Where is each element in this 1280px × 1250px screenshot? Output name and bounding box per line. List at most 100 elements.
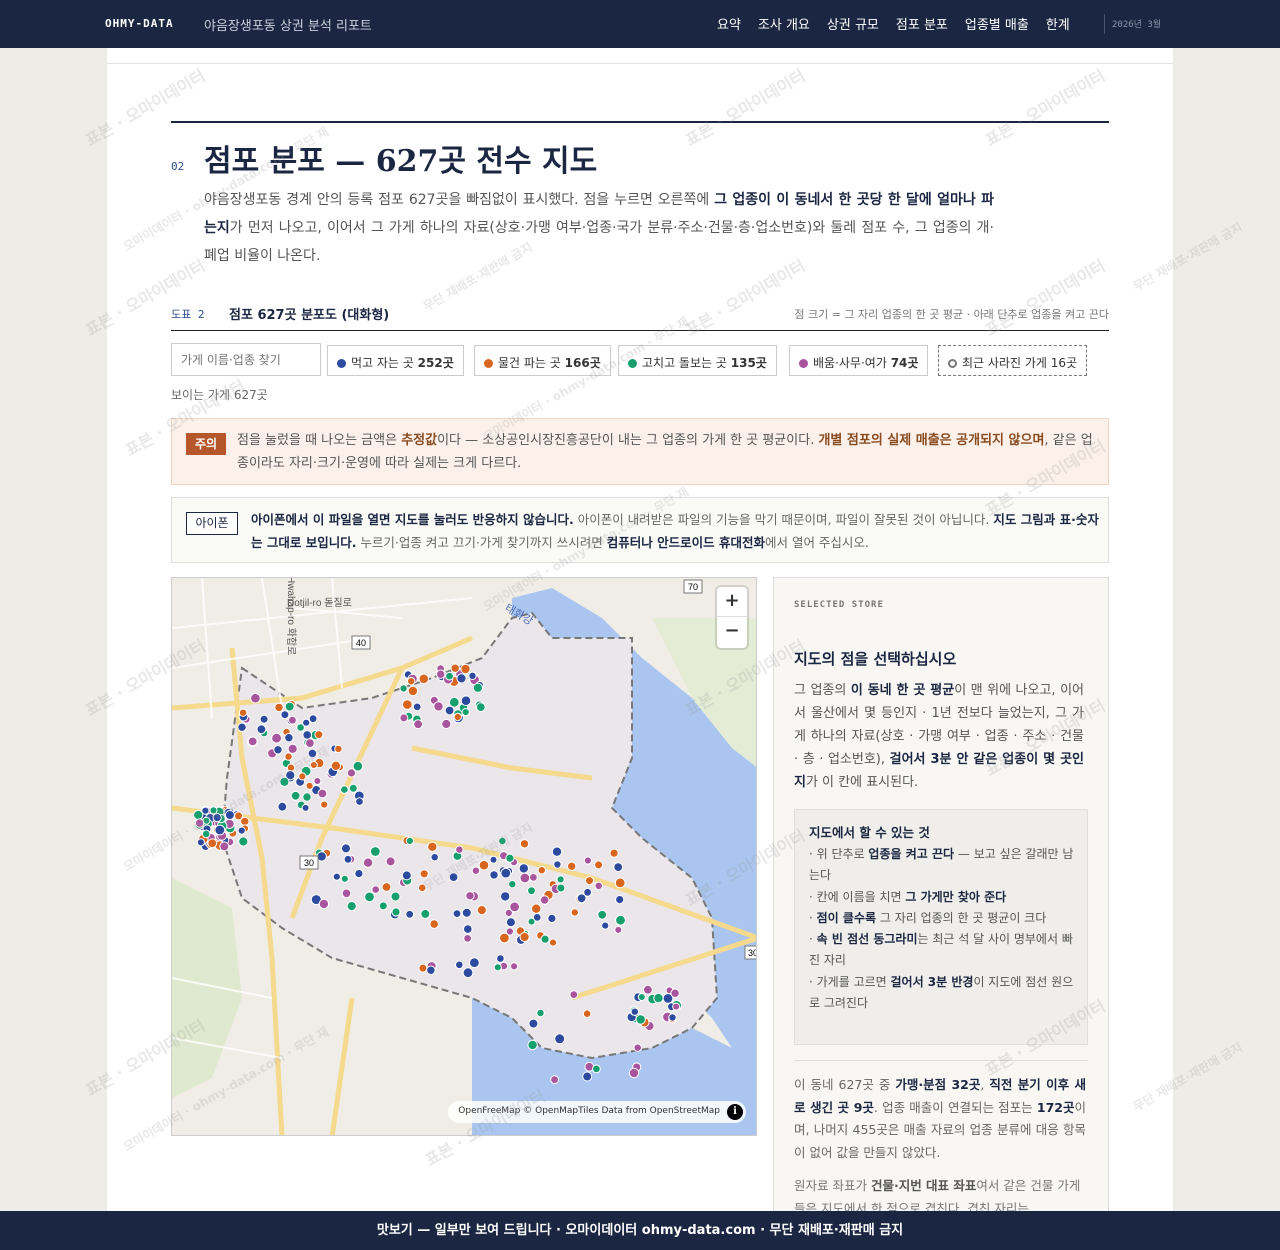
store-marker[interactable] [609, 848, 619, 858]
store-marker[interactable] [340, 874, 349, 883]
store-marker[interactable] [556, 883, 566, 893]
store-marker[interactable] [405, 909, 415, 919]
store-marker[interactable] [615, 914, 626, 926]
store-marker[interactable] [540, 934, 550, 944]
store-marker[interactable] [536, 1008, 545, 1018]
store-marker[interactable] [527, 917, 536, 926]
store-marker[interactable] [420, 908, 431, 919]
store-marker[interactable] [476, 905, 487, 916]
store-marker[interactable] [508, 880, 517, 889]
store-marker[interactable] [280, 710, 290, 720]
store-marker[interactable] [448, 872, 459, 883]
store-map[interactable]: Dotjil-ro 돋질로 Hwahap-ro 화합로 태화강 70 40 30… [171, 577, 757, 1136]
store-marker[interactable] [594, 881, 603, 890]
store-marker[interactable] [224, 810, 235, 820]
store-marker[interactable] [277, 801, 288, 812]
store-marker[interactable] [340, 785, 349, 794]
store-marker[interactable] [670, 988, 680, 998]
store-marker[interactable] [592, 1064, 601, 1074]
store-marker[interactable] [519, 872, 531, 884]
store-marker[interactable] [547, 913, 557, 923]
store-marker[interactable] [468, 671, 477, 681]
filter-chip-retail[interactable]: 물건 파는 곳 166곳 [474, 345, 611, 376]
store-marker[interactable] [238, 708, 248, 717]
store-marker[interactable] [284, 701, 295, 712]
store-marker[interactable] [448, 696, 460, 708]
nav-item-distribution[interactable]: 점포 분포 [896, 14, 948, 33]
store-marker[interactable] [450, 663, 460, 673]
store-marker[interactable] [430, 853, 439, 862]
store-marker[interactable] [219, 841, 230, 852]
store-marker[interactable] [569, 990, 579, 1000]
store-marker[interactable] [583, 856, 592, 865]
store-marker[interactable] [290, 790, 301, 801]
store-marker[interactable] [238, 836, 249, 847]
store-marker[interactable] [471, 866, 481, 875]
store-marker[interactable] [346, 901, 357, 912]
store-marker[interactable] [317, 788, 328, 799]
store-marker[interactable] [585, 876, 594, 886]
store-marker[interactable] [381, 882, 392, 892]
nav-item-summary[interactable]: 요약 [717, 14, 741, 33]
store-marker[interactable] [613, 862, 624, 873]
store-marker[interactable] [455, 960, 464, 970]
store-marker[interactable] [601, 921, 610, 930]
store-marker[interactable] [201, 829, 211, 839]
store-marker[interactable] [527, 886, 536, 896]
store-marker[interactable] [399, 684, 408, 693]
store-marker[interactable] [354, 869, 364, 879]
store-marker[interactable] [518, 863, 529, 874]
map-canvas[interactable]: Dotjil-ro 돋질로 Hwahap-ro 화합로 태화강 70 40 30… [172, 578, 757, 1136]
store-marker[interactable] [426, 965, 436, 975]
store-marker[interactable] [271, 732, 282, 744]
store-marker[interactable] [399, 713, 409, 723]
store-marker[interactable] [274, 702, 284, 713]
store-marker[interactable] [550, 1075, 560, 1085]
store-marker[interactable] [553, 860, 562, 869]
store-marker[interactable] [436, 669, 446, 679]
store-marker[interactable] [305, 738, 315, 749]
store-marker[interactable] [500, 867, 512, 879]
store-marker[interactable] [630, 1007, 639, 1016]
store-marker[interactable] [405, 836, 414, 845]
store-marker[interactable] [412, 702, 422, 712]
store-marker[interactable] [493, 963, 502, 972]
store-marker[interactable] [635, 1014, 646, 1025]
store-marker[interactable] [362, 857, 374, 868]
store-marker[interactable] [332, 872, 341, 881]
store-marker[interactable] [672, 1002, 681, 1011]
store-marker[interactable] [288, 715, 297, 725]
store-marker[interactable] [273, 745, 283, 755]
store-marker[interactable] [445, 671, 454, 681]
store-marker[interactable] [209, 806, 218, 815]
store-marker[interactable] [250, 692, 261, 704]
store-search-input[interactable] [171, 343, 321, 376]
store-marker[interactable] [318, 898, 330, 910]
store-marker[interactable] [418, 673, 430, 685]
store-marker[interactable] [489, 855, 498, 864]
store-marker[interactable] [570, 908, 579, 917]
store-marker[interactable] [352, 760, 364, 772]
store-marker[interactable] [298, 772, 307, 781]
store-marker[interactable] [505, 917, 516, 928]
store-marker[interactable] [528, 1018, 539, 1029]
store-marker[interactable] [496, 954, 505, 963]
store-marker[interactable] [407, 685, 419, 697]
store-marker[interactable] [348, 783, 358, 793]
store-marker[interactable] [500, 891, 511, 902]
store-marker[interactable] [287, 743, 298, 754]
store-marker[interactable] [309, 761, 318, 769]
store-marker[interactable] [427, 841, 438, 852]
store-marker[interactable] [413, 719, 424, 730]
store-marker[interactable] [537, 866, 546, 875]
store-marker[interactable] [193, 809, 204, 821]
store-marker[interactable] [529, 873, 538, 882]
zoom-out-button[interactable]: − [717, 617, 747, 647]
store-marker[interactable] [460, 663, 471, 675]
store-marker[interactable] [207, 838, 218, 849]
store-marker[interactable] [302, 730, 312, 740]
store-marker[interactable] [465, 891, 475, 901]
filter-chip-education-office[interactable]: 배움·사무·여가 74곳 [789, 345, 929, 376]
store-marker[interactable] [305, 781, 314, 790]
store-marker[interactable] [489, 870, 499, 880]
